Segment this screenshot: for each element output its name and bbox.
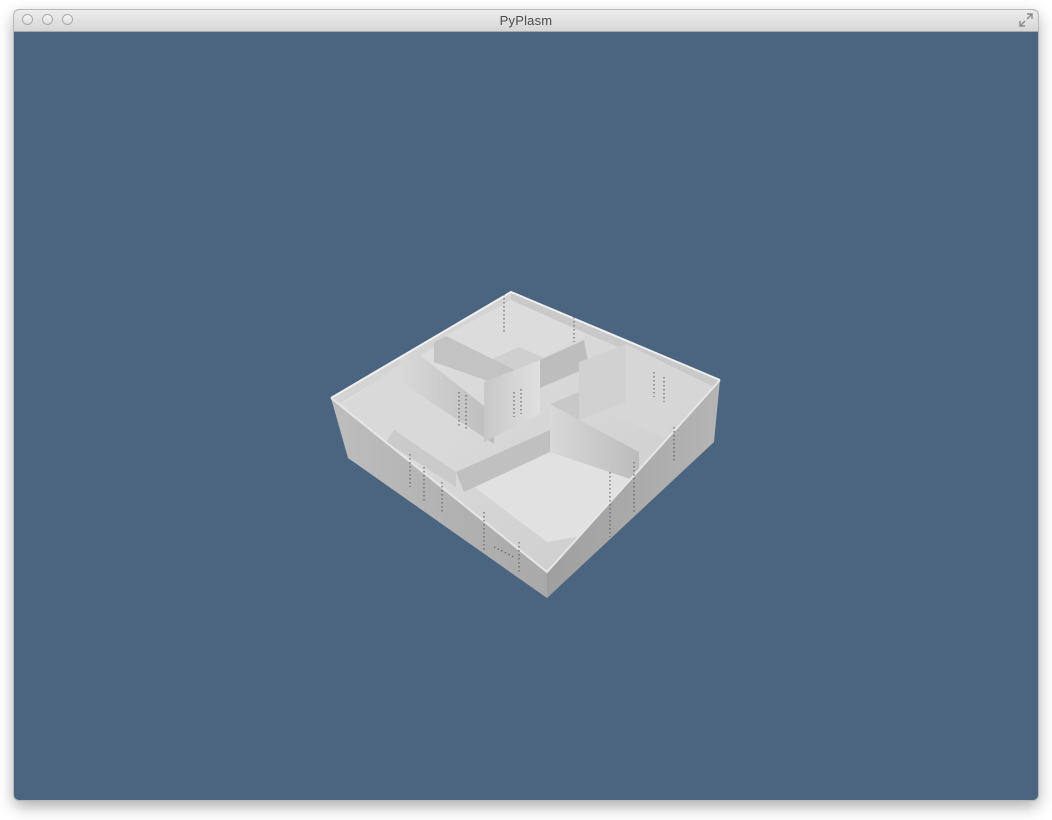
- window-title: PyPlasm: [499, 13, 553, 28]
- fullscreen-arrows-icon[interactable]: [1019, 13, 1033, 27]
- app-window: PyPlasm: [14, 10, 1038, 800]
- building-model: [330, 290, 721, 598]
- 3d-model-render[interactable]: [14, 32, 1038, 800]
- 3d-viewport[interactable]: [14, 32, 1038, 800]
- title-bar[interactable]: PyPlasm: [14, 10, 1038, 32]
